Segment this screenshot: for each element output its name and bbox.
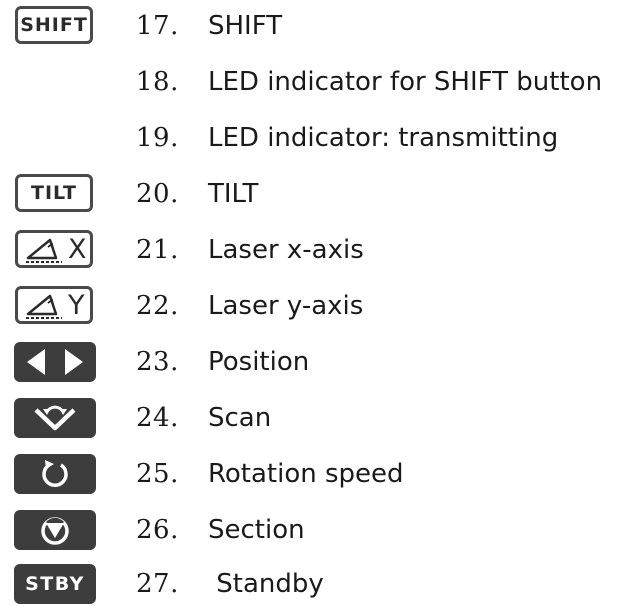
item-number: 27. <box>136 569 179 599</box>
item-number: 25. <box>136 459 179 489</box>
tilt-key-label: TILT <box>15 174 93 212</box>
left-right-arrows-icon <box>27 349 83 375</box>
item-number: 20. <box>136 179 179 209</box>
laser-x-axis-key-icon: X <box>14 228 96 272</box>
rotation-arrow-icon <box>42 460 68 487</box>
rotation-speed-key-icon <box>14 452 96 496</box>
legend-row-section: 26. Section <box>0 508 626 552</box>
standby-key-label: STBY <box>14 564 96 604</box>
item-number: 24. <box>136 403 179 433</box>
legend-row-tilt: TILT 20. TILT <box>0 172 626 216</box>
item-label: Rotation speed <box>208 459 404 489</box>
shift-key-icon: SHIFT <box>14 4 96 48</box>
item-number: 18. <box>136 67 179 97</box>
legend-row-laser-x: X 21. Laser x-axis <box>0 228 626 272</box>
item-label: Standby <box>208 569 324 599</box>
item-label: Section <box>208 515 305 545</box>
axis-letter: Y <box>68 289 86 321</box>
section-key-icon <box>14 508 96 552</box>
laser-plane-icon <box>26 238 62 263</box>
scan-chevron-icon <box>34 405 76 431</box>
shift-key-label: SHIFT <box>15 6 93 44</box>
legend-row-scan: 24. Scan <box>0 396 626 440</box>
item-number: 26. <box>136 515 179 545</box>
item-label: LED indicator: transmitting <box>208 123 559 153</box>
item-label: SHIFT <box>208 11 283 41</box>
laser-y-axis-key-icon: Y <box>14 284 96 328</box>
position-arrows-key-icon <box>14 340 96 384</box>
section-circle-icon <box>41 517 69 545</box>
legend-row-led-shift: 18. LED indicator for SHIFT button <box>0 60 626 104</box>
standby-key-icon: STBY <box>14 562 96 606</box>
axis-letter: X <box>68 233 88 265</box>
item-label: LED indicator for SHIFT button <box>208 67 603 97</box>
laser-plane-icon <box>26 294 62 319</box>
item-label: TILT <box>208 179 259 209</box>
button-legend: SHIFT 17. SHIFT 18. LED indicator for SH… <box>0 0 626 605</box>
legend-row-laser-y: Y 22. Laser y-axis <box>0 284 626 328</box>
item-number: 21. <box>136 235 179 265</box>
legend-row-rotation-speed: 25. Rotation speed <box>0 452 626 496</box>
item-number: 17. <box>136 11 179 41</box>
item-label: Laser y-axis <box>208 291 364 321</box>
legend-row-led-transmitting: 19. LED indicator: transmitting <box>0 116 626 160</box>
legend-row-standby: STBY 27. Standby <box>0 562 626 606</box>
item-label: Scan <box>208 403 272 433</box>
scan-key-icon <box>14 396 96 440</box>
legend-row-position: 23. Position <box>0 340 626 384</box>
item-label: Position <box>208 347 310 377</box>
item-number: 23. <box>136 347 179 377</box>
tilt-key-icon: TILT <box>14 172 96 216</box>
item-number: 19. <box>136 123 179 153</box>
item-label: Laser x-axis <box>208 235 364 265</box>
legend-row-shift: SHIFT 17. SHIFT <box>0 4 626 48</box>
item-number: 22. <box>136 291 179 321</box>
